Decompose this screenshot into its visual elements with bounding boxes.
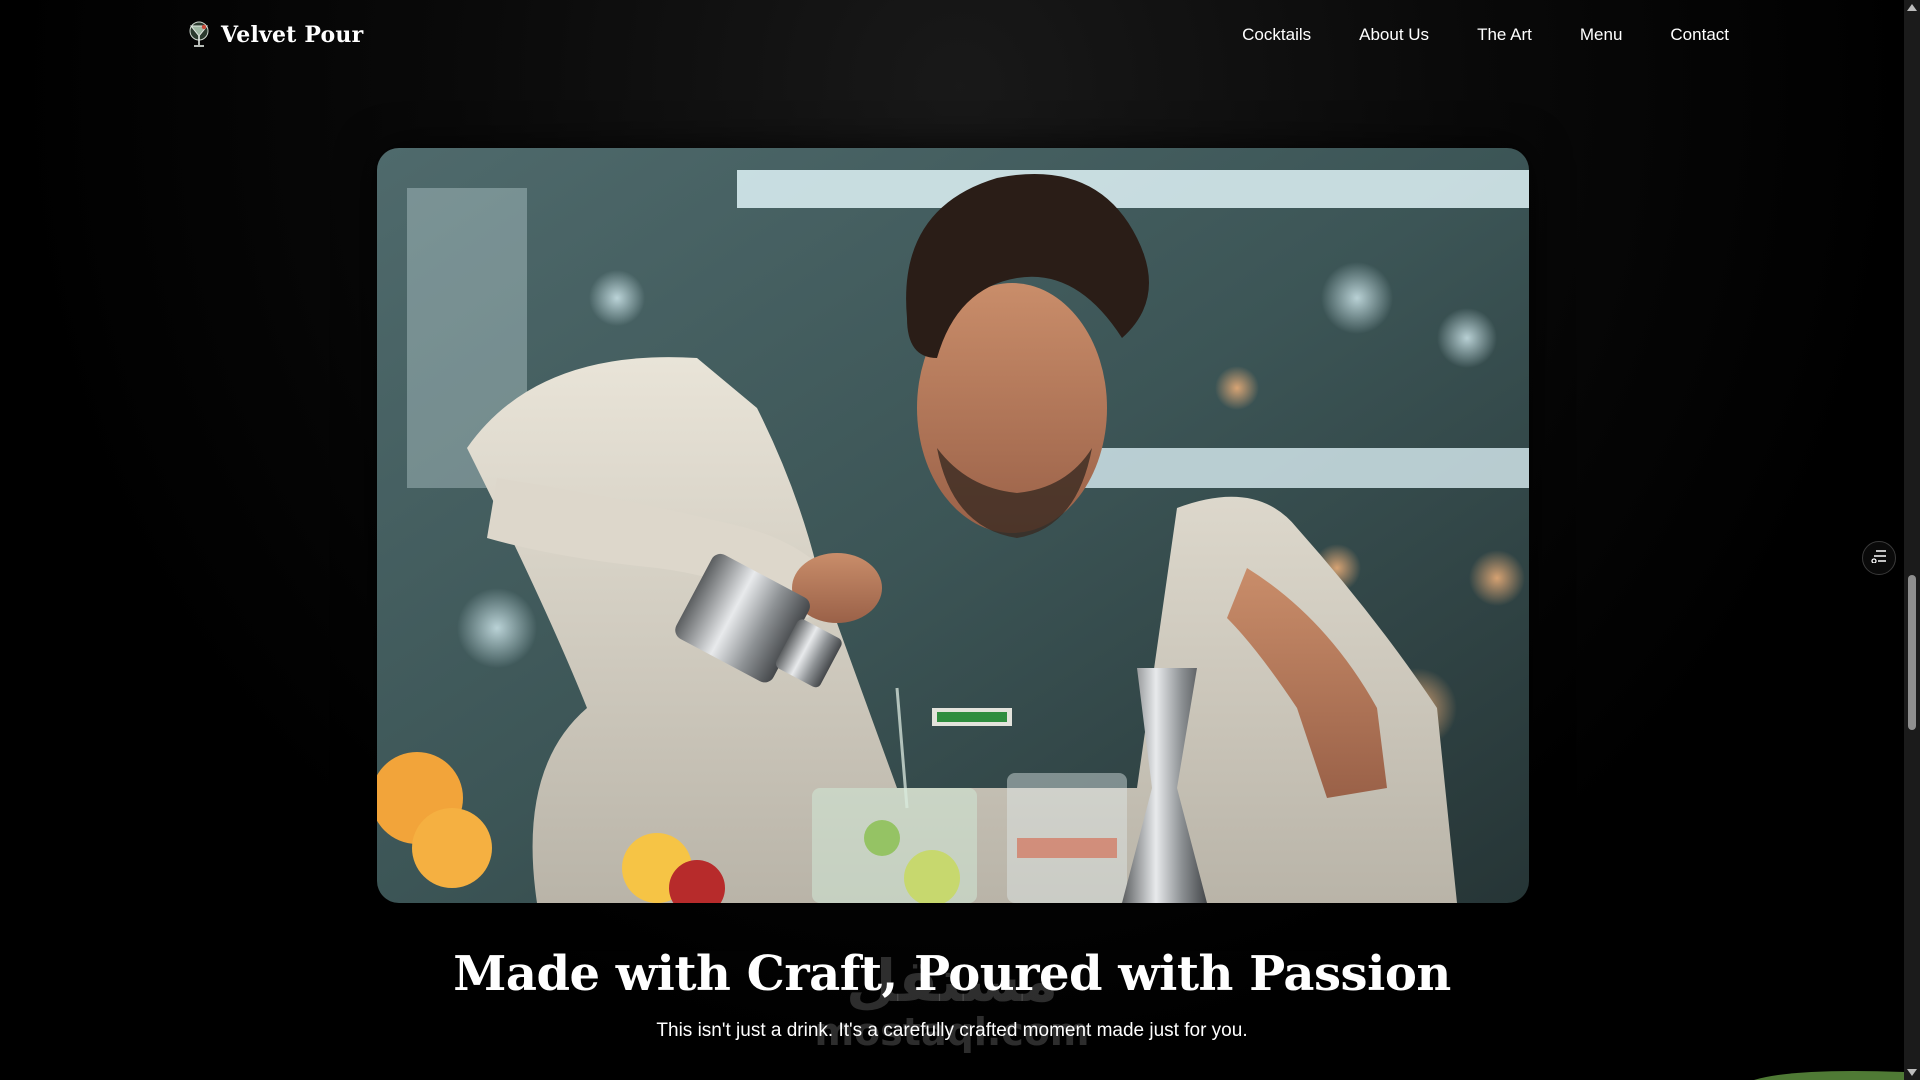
leaf-decoration xyxy=(1754,1071,1904,1080)
filter-settings-button[interactable] xyxy=(1862,541,1896,575)
nav-link-cocktails[interactable]: Cocktails xyxy=(1242,25,1311,45)
top-navbar: Velvet Pour Cocktails About Us The Art M… xyxy=(0,0,1904,70)
section-title: Made with Craft, Poured with Passion xyxy=(453,946,1451,1002)
nav-link-contact[interactable]: Contact xyxy=(1670,25,1729,45)
cocktail-glass-icon xyxy=(185,21,213,49)
vertical-scrollbar[interactable] xyxy=(1904,0,1920,1080)
nav-link-the-art[interactable]: The Art xyxy=(1477,25,1532,45)
scroll-up-arrow-icon[interactable] xyxy=(1907,4,1917,11)
nav-link-about-us[interactable]: About Us xyxy=(1359,25,1429,45)
bartender-pouring-cocktail-photo xyxy=(377,148,1529,903)
brand-home-link[interactable]: Velvet Pour xyxy=(185,21,363,49)
scrollbar-thumb[interactable] xyxy=(1908,575,1916,730)
scroll-down-arrow-icon[interactable] xyxy=(1907,1069,1917,1076)
page: Velvet Pour Cocktails About Us The Art M… xyxy=(0,0,1920,1080)
hero-image xyxy=(377,148,1529,903)
filter-settings-icon xyxy=(1871,549,1887,568)
section-subtitle: This isn't just a drink. It's a carefull… xyxy=(656,1020,1248,1041)
brand-name: Velvet Pour xyxy=(221,22,364,48)
main-nav: Cocktails About Us The Art Menu Contact xyxy=(1242,25,1729,45)
nav-link-menu[interactable]: Menu xyxy=(1580,25,1623,45)
